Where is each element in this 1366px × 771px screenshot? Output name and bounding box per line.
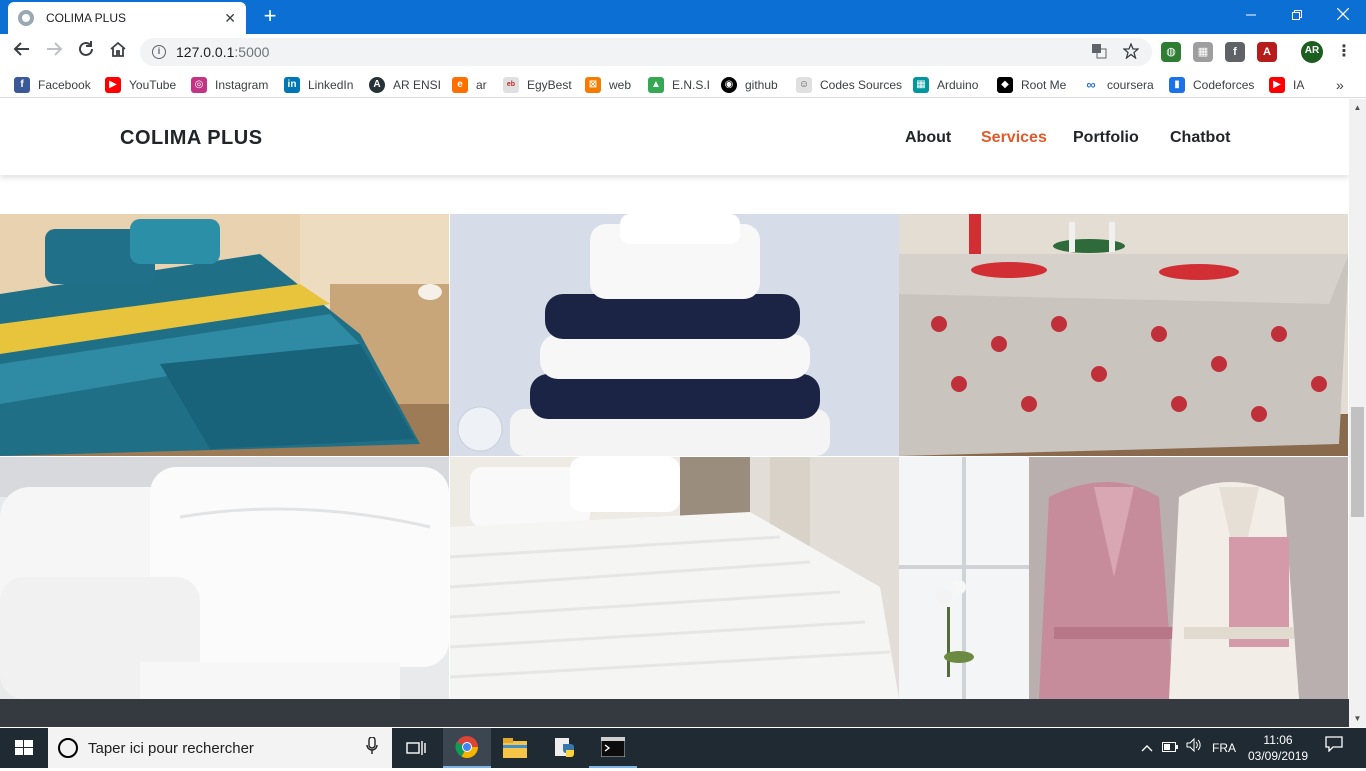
arduino-icon: ▦ xyxy=(913,77,929,93)
codes-sources-icon: ☺ xyxy=(796,77,812,93)
battery-icon[interactable] xyxy=(1160,728,1180,768)
bookmark-github[interactable]: ◉ github xyxy=(721,76,778,94)
bookmark-facebook[interactable]: f Facebook xyxy=(14,76,91,94)
browser-titlebar: COLIMA PLUS ✕ + xyxy=(0,0,1366,34)
bookmark-ensi[interactable]: ▲ E.N.S.I xyxy=(648,76,710,94)
ia-youtube-icon: ▶ xyxy=(1269,77,1285,93)
menu-kebab-icon[interactable]: ⋮ xyxy=(1334,42,1354,62)
taskbar-search-placeholder: Taper ici pour rechercher xyxy=(88,739,254,757)
nav-link-about[interactable]: About xyxy=(905,129,951,147)
page-viewport: COLIMA PLUS About Services Portfolio Cha… xyxy=(0,99,1349,727)
address-bar[interactable]: i 127.0.0.1:5000 xyxy=(140,38,1152,66)
bookmark-instagram[interactable]: ◎ Instagram xyxy=(191,76,268,94)
instagram-icon: ◎ xyxy=(191,77,207,93)
services-gallery xyxy=(0,214,1349,699)
reload-icon[interactable] xyxy=(74,40,98,64)
more-bookmarks-button[interactable]: » xyxy=(1336,76,1344,94)
bookmark-linkedin[interactable]: in LinkedIn xyxy=(284,76,353,94)
back-icon[interactable] xyxy=(10,40,34,64)
microphone-icon[interactable] xyxy=(360,735,384,760)
nav-link-chatbot[interactable]: Chatbot xyxy=(1170,129,1230,147)
gallery-item-bedding[interactable] xyxy=(0,214,449,456)
bookmark-web[interactable]: ⊠ web xyxy=(585,76,631,94)
minimize-icon[interactable] xyxy=(1228,0,1274,30)
extension-grid-icon[interactable]: ▦ xyxy=(1193,42,1213,62)
scroll-down-icon[interactable]: ▼ xyxy=(1349,710,1366,727)
nav-link-portfolio[interactable]: Portfolio xyxy=(1073,129,1139,147)
bookmark-codeforces[interactable]: ▮ Codeforces xyxy=(1169,76,1254,94)
close-window-icon[interactable] xyxy=(1320,0,1366,30)
google-drive-icon: ▲ xyxy=(648,77,664,93)
gallery-item-bathrobes[interactable] xyxy=(899,457,1348,699)
profile-avatar[interactable]: AR xyxy=(1301,41,1323,63)
cortana-icon xyxy=(58,738,78,758)
coursera-icon: ∞ xyxy=(1083,77,1099,93)
home-icon[interactable] xyxy=(106,40,130,64)
translate-icon[interactable] xyxy=(1090,43,1108,61)
facebook-extension-icon[interactable]: f xyxy=(1225,42,1245,62)
bookmark-root-me[interactable]: ◆ Root Me xyxy=(997,76,1066,94)
site-brand[interactable]: COLIMA PLUS xyxy=(120,127,263,150)
bookmark-arduino[interactable]: ▦ Arduino xyxy=(913,76,978,94)
github-icon: ◉ xyxy=(721,77,737,93)
youtube-icon: ▶ xyxy=(105,77,121,93)
gallery-item-towels[interactable] xyxy=(450,214,899,456)
browser-tab[interactable]: COLIMA PLUS ✕ xyxy=(8,2,246,34)
chrome-taskbar-icon[interactable] xyxy=(443,728,491,768)
show-hidden-icons-icon[interactable] xyxy=(1138,728,1156,768)
page-footer xyxy=(0,699,1349,727)
input-language[interactable]: FRA xyxy=(1208,728,1240,768)
bookmark-ar-ensi[interactable]: A AR ENSI xyxy=(369,76,441,94)
bookmarks-bar: f Facebook ▶ YouTube ◎ Instagram in LinkedIn… xyxy=(0,70,1366,98)
file-explorer-icon[interactable] xyxy=(491,728,539,768)
bookmark-ia[interactable]: ▶ IA xyxy=(1269,76,1304,94)
codeforces-icon: ▮ xyxy=(1169,77,1185,93)
terminal-icon[interactable] xyxy=(589,728,637,768)
bookmark-coursera[interactable]: ∞ coursera xyxy=(1083,76,1154,94)
gallery-item-pillows[interactable] xyxy=(0,457,449,699)
egybest-icon: eb xyxy=(503,77,519,93)
new-tab-button[interactable]: + xyxy=(258,4,282,28)
pdf-extension-icon[interactable]: A xyxy=(1257,42,1277,62)
web-icon: ⊠ xyxy=(585,77,601,93)
bookmark-ar[interactable]: e ar xyxy=(452,76,487,94)
url-text: 127.0.0.1:5000 xyxy=(176,44,270,60)
taskbar-search[interactable]: Taper ici pour rechercher xyxy=(48,728,392,768)
site-info-icon[interactable]: i xyxy=(152,45,166,59)
notifications-icon[interactable] xyxy=(1318,728,1350,768)
scroll-thumb[interactable] xyxy=(1351,407,1364,517)
gallery-item-tablecloth[interactable] xyxy=(899,214,1348,456)
windows-taskbar: Taper ici pour rechercher FRA 11:06 03/0… xyxy=(0,728,1366,768)
forward-icon[interactable] xyxy=(42,40,66,64)
close-tab-icon[interactable]: ✕ xyxy=(224,10,236,27)
clock-date: 03/09/2019 xyxy=(1248,749,1309,763)
site-navbar: COLIMA PLUS About Services Portfolio Cha… xyxy=(0,99,1349,175)
task-view-icon[interactable] xyxy=(392,728,440,768)
system-clock[interactable]: 11:06 03/09/2019 xyxy=(1248,732,1308,764)
ar-ensi-icon: A xyxy=(369,77,385,93)
root-me-icon: ◆ xyxy=(997,77,1013,93)
scroll-up-icon[interactable]: ▲ xyxy=(1349,99,1366,116)
bookmark-egybest[interactable]: eb EgyBest xyxy=(503,76,572,94)
page-scrollbar[interactable]: ▲ ▼ xyxy=(1349,99,1366,727)
windows-start-icon[interactable] xyxy=(0,728,48,768)
gallery-item-bed-sheets[interactable] xyxy=(450,457,899,699)
favicon-icon xyxy=(18,10,34,26)
bookmark-star-icon[interactable] xyxy=(1122,42,1140,61)
tab-title: COLIMA PLUS xyxy=(46,11,127,25)
nav-link-services[interactable]: Services xyxy=(981,129,1047,147)
ar-icon: e xyxy=(452,77,468,93)
clock-time: 11:06 xyxy=(1263,733,1293,747)
volume-icon[interactable] xyxy=(1184,728,1204,768)
linkedin-icon: in xyxy=(284,77,300,93)
bookmark-codes-sources[interactable]: ☺ Codes Sources xyxy=(796,76,902,94)
extension-globe-icon[interactable]: ◍ xyxy=(1161,42,1181,62)
facebook-icon: f xyxy=(14,77,30,93)
bookmark-youtube[interactable]: ▶ YouTube xyxy=(105,76,176,94)
restore-icon[interactable] xyxy=(1274,0,1320,30)
python-idle-icon[interactable] xyxy=(541,728,589,768)
